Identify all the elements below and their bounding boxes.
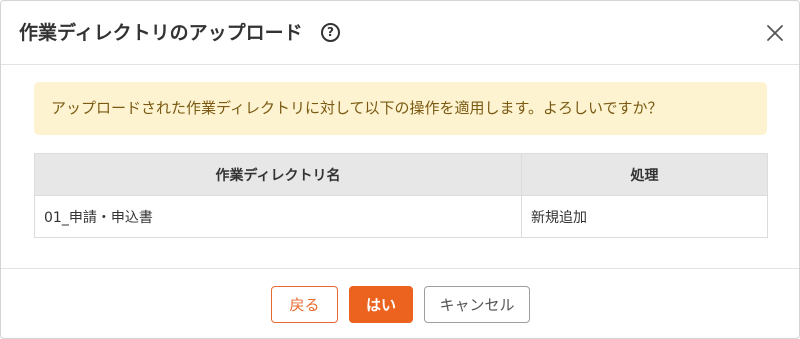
warning-alert: アップロードされた作業ディレクトリに対して以下の操作を適用します。よろしいですか… (34, 82, 767, 135)
dialog-footer: 戻る はい キャンセル (1, 268, 799, 339)
question-circle-icon[interactable]: ? (321, 23, 340, 42)
dialog-title: 作業ディレクトリのアップロード (19, 22, 303, 44)
action-cell: 新規追加 (521, 195, 768, 238)
back-button[interactable]: 戻る (271, 286, 338, 323)
dialog-header: 作業ディレクトリのアップロード ? (1, 1, 799, 65)
cancel-button[interactable]: キャンセル (424, 286, 530, 323)
directory-name-cell: 01_申請・申込書 (34, 195, 522, 238)
alert-message: アップロードされた作業ディレクトリに対して以下の操作を適用します。よろしいですか… (51, 99, 663, 117)
table-header-row: 作業ディレクトリ名 処理 (34, 153, 768, 196)
close-icon[interactable] (765, 23, 785, 43)
yes-button[interactable]: はい (349, 286, 413, 323)
operations-table: 作業ディレクトリ名 処理 01_申請・申込書 新規追加 (34, 153, 768, 238)
column-header-action: 処理 (521, 153, 768, 196)
table-row: 01_申請・申込書 新規追加 (34, 195, 768, 238)
column-header-directory-name: 作業ディレクトリ名 (34, 153, 522, 196)
upload-confirm-dialog: 作業ディレクトリのアップロード ? アップロードされた作業ディレクトリに対して以… (0, 0, 800, 339)
